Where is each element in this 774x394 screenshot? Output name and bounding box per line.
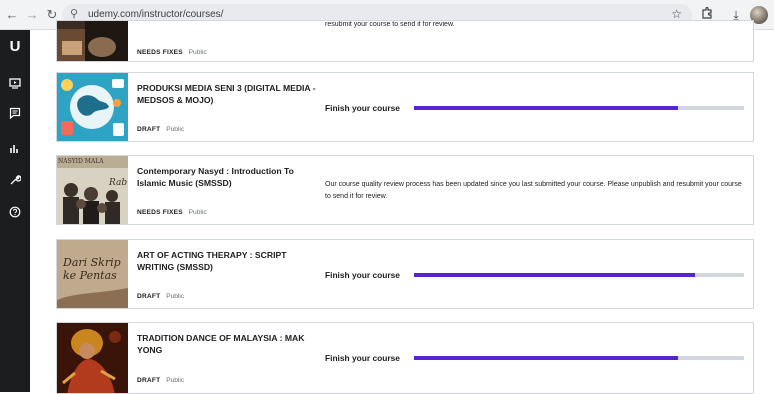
course-title[interactable]: ART OF ACTING THERAPY : SCRIPT WRITING (…	[137, 250, 322, 273]
finish-course-link[interactable]: Finish your course	[325, 103, 400, 113]
udemy-logo[interactable]: U	[6, 38, 24, 56]
visibility-label: Public	[166, 377, 185, 384]
course-card[interactable]: TRADITION DANCE OF MALAYSIA : MAK YONG D…	[56, 322, 754, 394]
status-badge: DRAFT	[137, 377, 161, 384]
course-card[interactable]: NASYID MALA Rab Contemporary Nasyd : Int…	[56, 155, 754, 225]
course-progress-bar	[414, 356, 744, 360]
status-badge: DRAFT	[137, 126, 161, 133]
finish-course-link[interactable]: Finish your course	[325, 270, 400, 280]
visibility-label: Public	[166, 126, 185, 133]
status-badge: NEEDS FIXES	[137, 49, 183, 56]
visibility-label: Public	[188, 209, 207, 216]
course-list: NEEDS FIXES Public resubmit your course …	[30, 20, 774, 394]
status-badge: NEEDS FIXES	[137, 209, 183, 216]
course-card[interactable]: Dari Skrip ke Pentas ART OF ACTING THERA…	[56, 239, 754, 309]
course-progress-bar	[414, 106, 744, 110]
course-thumbnail[interactable]: NASYID MALA Rab	[57, 156, 128, 224]
communication-icon[interactable]	[6, 106, 24, 124]
help-icon[interactable]	[6, 205, 24, 223]
course-thumbnail[interactable]	[57, 21, 128, 61]
course-title[interactable]: TRADITION DANCE OF MALAYSIA : MAK YONG	[137, 333, 322, 356]
finish-course-link[interactable]: Finish your course	[325, 353, 400, 363]
thumbnail-caption: Rab	[109, 178, 128, 188]
thumbnail-caption: Dari Skrip ke Pentas	[63, 256, 121, 282]
forward-icon[interactable]: →	[24, 7, 40, 23]
course-status-row: NEEDS FIXES Public	[137, 49, 207, 56]
course-progress-fill	[414, 106, 678, 110]
course-status-row: DRAFT Public	[137, 293, 184, 300]
visibility-label: Public	[188, 49, 207, 56]
course-title[interactable]: Contemporary Nasyd : Introduction To Isl…	[137, 166, 322, 189]
instructor-sidebar: U	[0, 30, 30, 392]
status-badge: DRAFT	[137, 293, 161, 300]
tools-icon[interactable]	[6, 173, 24, 191]
visibility-label: Public	[166, 293, 185, 300]
course-card[interactable]: PRODUKSI MEDIA SENI 3 (DIGITAL MEDIA - M…	[56, 72, 754, 142]
bookmark-star-icon[interactable]: ☆	[671, 7, 682, 21]
course-title[interactable]: PRODUKSI MEDIA SENI 3 (DIGITAL MEDIA - M…	[137, 83, 322, 106]
course-status-row: NEEDS FIXES Public	[137, 209, 207, 216]
back-icon[interactable]: ←	[4, 7, 20, 23]
review-message: Our course quality review process has be…	[325, 181, 742, 200]
course-progress-bar	[414, 273, 744, 277]
course-thumbnail[interactable]	[57, 73, 128, 141]
course-status-row: DRAFT Public	[137, 377, 184, 384]
course-thumbnail[interactable]: Dari Skrip ke Pentas	[57, 240, 128, 308]
courses-icon[interactable]	[6, 76, 24, 94]
thumbnail-caption: NASYID MALA	[58, 158, 104, 165]
review-message: resubmit your course to send it for revi…	[325, 21, 455, 28]
course-card[interactable]: NEEDS FIXES Public resubmit your course …	[56, 20, 754, 62]
course-progress-fill	[414, 273, 695, 277]
course-thumbnail[interactable]	[57, 323, 128, 393]
course-status-row: DRAFT Public	[137, 126, 184, 133]
course-progress-fill	[414, 356, 678, 360]
url-text[interactable]: udemy.com/instructor/courses/	[88, 9, 223, 20]
performance-icon[interactable]	[6, 141, 24, 159]
site-info-icon[interactable]: ⚲	[70, 7, 78, 20]
